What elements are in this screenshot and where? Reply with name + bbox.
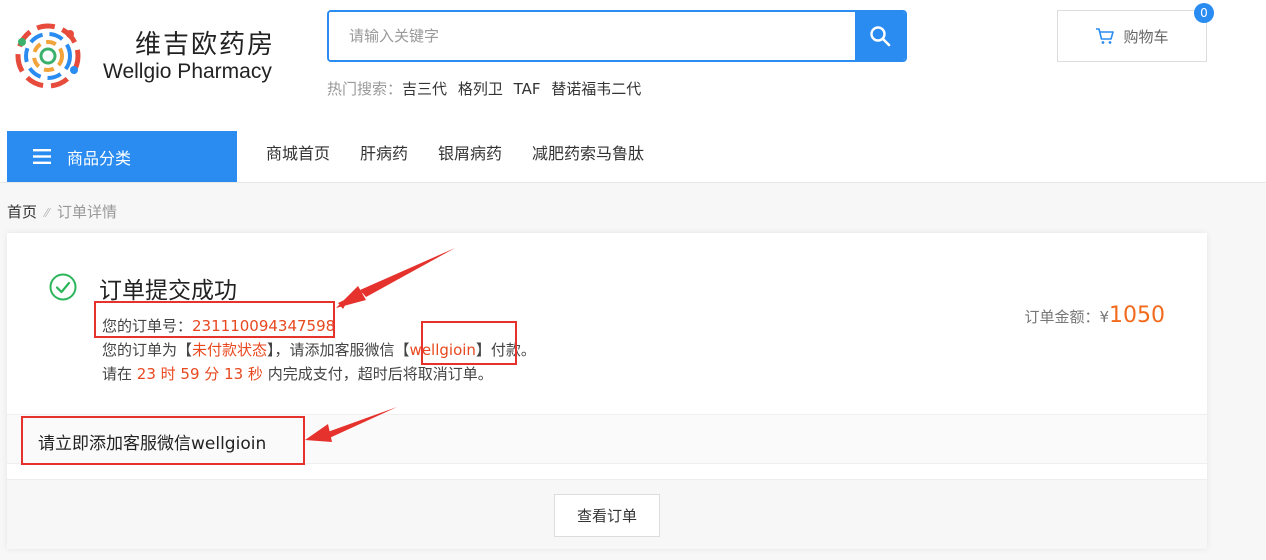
header: 维吉欧药房 Wellgio Pharmacy 热门搜索：吉三代 格列卫 TAF … [0, 0, 1266, 183]
hot-search-item[interactable]: TAF [514, 80, 541, 98]
nav-item-psoriasis[interactable]: 银屑病药 [438, 140, 502, 164]
category-label: 商品分类 [67, 148, 132, 168]
cart-label: 购物车 [1123, 27, 1169, 46]
deadline-minutes: 59 [180, 365, 200, 383]
nav-item-liver[interactable]: 肝病药 [360, 140, 408, 164]
order-success-title: 订单提交成功 [99, 278, 237, 304]
category-menu-button[interactable]: 商品分类 [7, 131, 237, 182]
breadcrumb-current: 订单详情 [57, 203, 118, 221]
search-bar [327, 10, 907, 62]
breadcrumb-home[interactable]: 首页 [7, 203, 37, 221]
deadline-minutes-unit: 分 [199, 365, 225, 383]
annotation-box-wechat [421, 321, 517, 365]
brand-name-en: Wellgio Pharmacy [103, 60, 272, 83]
deadline-hours: 23 [136, 365, 156, 383]
brand-logo[interactable]: 维吉欧药房 Wellgio Pharmacy [8, 18, 298, 98]
view-order-button[interactable]: 查看订单 [554, 494, 660, 537]
breadcrumb: 首页 ⁄⁄ 订单详情 [7, 201, 117, 222]
annotation-box-notice [21, 416, 305, 465]
status-prefix: 您的订单为【 [102, 341, 193, 359]
order-amount-label: 订单金额：¥ [1024, 308, 1109, 326]
payment-deadline-line: 请在 23 时 59 分 13 秒 内完成支付，超时后将取消订单。 [102, 363, 493, 384]
header-divider [0, 182, 1266, 183]
hot-search-label: 热门搜索： [327, 80, 403, 98]
brand-name-cn: 维吉欧药房 [135, 30, 276, 60]
search-input[interactable] [329, 12, 855, 60]
hot-search: 热门搜索：吉三代 格列卫 TAF 替诺福韦二代 [327, 78, 647, 99]
search-button[interactable] [855, 12, 905, 60]
cart-icon [1096, 28, 1115, 44]
deadline-seconds-unit: 秒 [243, 365, 263, 383]
logo-icon [15, 23, 81, 89]
nav-item-semaglutide[interactable]: 减肥药索马鲁肽 [532, 140, 644, 164]
breadcrumb-separator: ⁄⁄ [45, 206, 50, 220]
hot-search-item[interactable]: 替诺福韦二代 [551, 80, 641, 98]
order-amount: 订单金额：¥1050 [1024, 303, 1165, 328]
annotation-box-order-number [94, 301, 335, 338]
menu-icon [33, 149, 51, 164]
main-nav: 商城首页 肝病药 银屑病药 减肥药索马鲁肽 [266, 140, 644, 164]
status-mid: 】，请添加客服微信【 [267, 341, 410, 359]
hot-search-item[interactable]: 吉三代 [402, 80, 447, 98]
order-amount-value: 1050 [1109, 303, 1165, 328]
deadline-hours-unit: 时 [155, 365, 181, 383]
cart-button[interactable]: 购物车 [1057, 10, 1207, 62]
hot-search-item[interactable]: 格列卫 [458, 80, 503, 98]
deadline-suffix: 内完成支付，超时后将取消订单。 [262, 365, 493, 383]
cart-count-badge: 0 [1194, 3, 1214, 23]
search-icon [870, 26, 891, 47]
order-result-card: 订单提交成功 您的订单号：231110094347598 您的订单为【未付款状态… [7, 233, 1207, 549]
deadline-prefix: 请在 [102, 365, 137, 383]
deadline-seconds: 13 [224, 365, 244, 383]
nav-item-home[interactable]: 商城首页 [266, 140, 330, 164]
success-check-icon [49, 273, 77, 301]
order-status: 未付款状态 [192, 341, 268, 359]
